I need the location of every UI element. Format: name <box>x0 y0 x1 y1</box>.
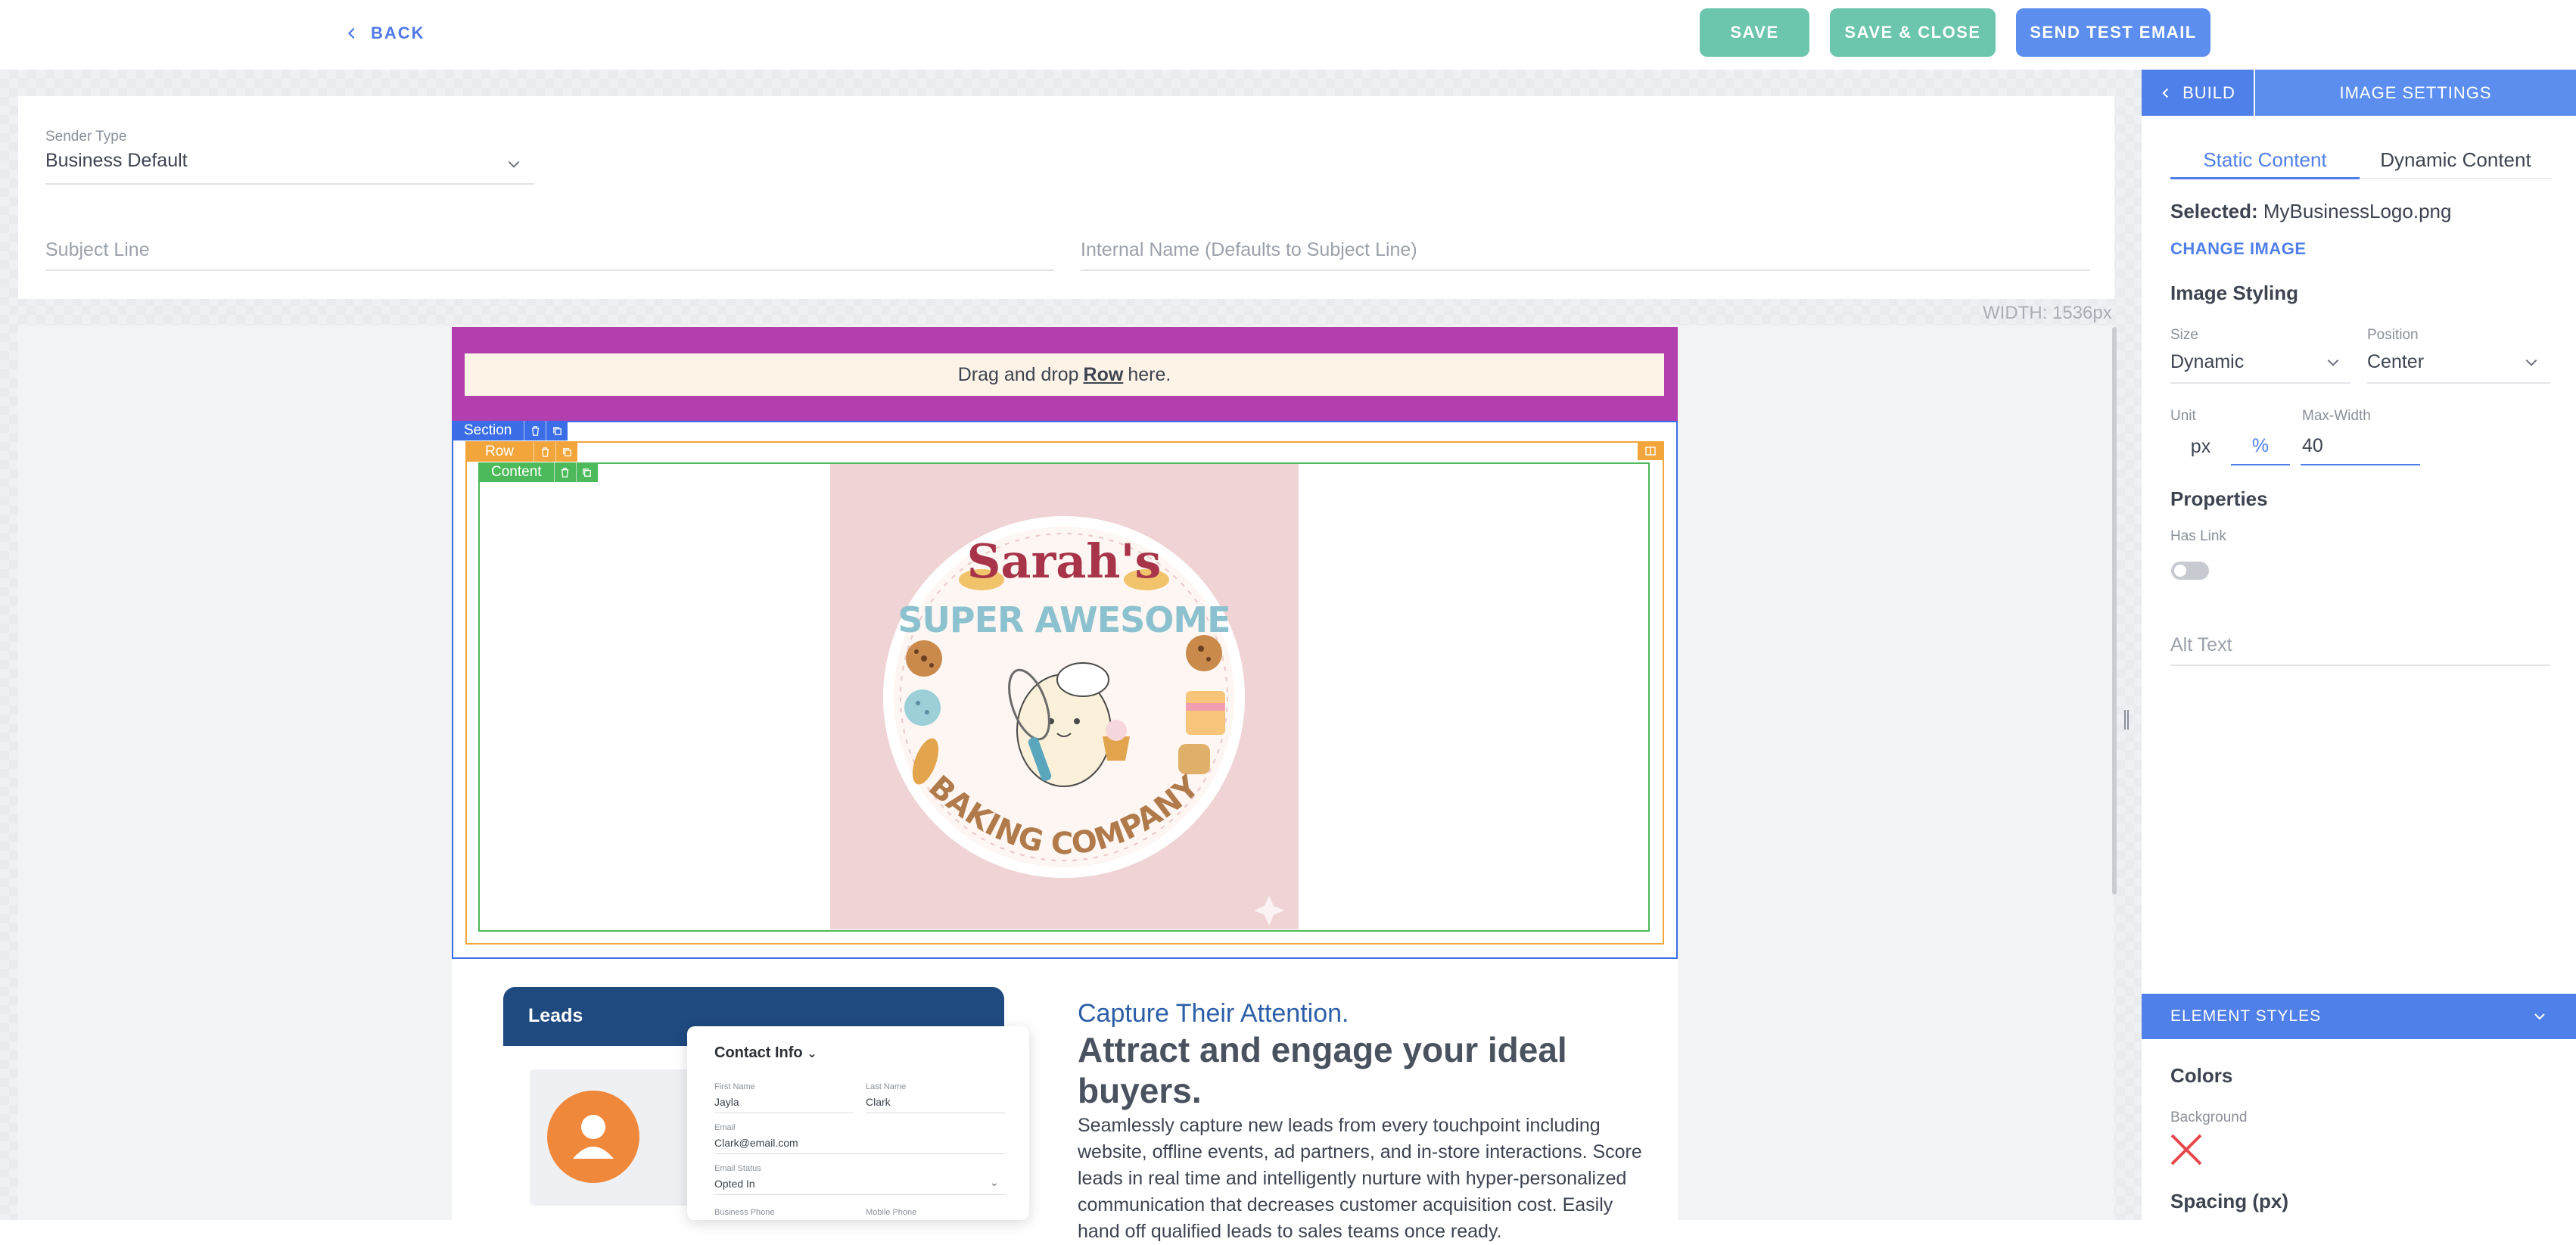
email-value: Clark@email.com <box>714 1137 798 1149</box>
internal-name-placeholder: Internal Name (Defaults to Subject Line) <box>1081 239 1417 260</box>
no-color-icon[interactable] <box>2169 1132 2204 1167</box>
avatar <box>547 1091 639 1183</box>
save-and-close-button[interactable]: SAVE & CLOSE <box>1830 8 1996 57</box>
chef-hat <box>1056 662 1109 697</box>
duplicate-icon[interactable] <box>555 442 577 462</box>
logo-line2: SUPER AWESOME <box>898 599 1230 640</box>
person-icon <box>573 1115 614 1159</box>
attract-headline: Attract and engage your ideal buyers. <box>1078 1030 1567 1110</box>
build-tab[interactable]: BUILD <box>2142 70 2254 116</box>
chevron-down-icon: ⌄ <box>807 1047 817 1060</box>
mobile-phone-label: Mobile Phone <box>866 1208 917 1217</box>
position-label: Position <box>2367 327 2419 343</box>
capture-heading: Capture Their Attention. <box>1078 999 1349 1028</box>
tab-divider <box>2360 178 2552 179</box>
selected-image: Selected: MyBusinessLogo.png <box>2170 200 2452 223</box>
row-tag[interactable]: Row <box>465 442 578 462</box>
sparkle-icon <box>1254 895 1284 926</box>
chevron-down-icon <box>508 160 520 168</box>
size-value: Dynamic <box>2170 351 2245 372</box>
image-settings-tab[interactable]: IMAGE SETTINGS <box>2255 70 2576 116</box>
element-styles-label: ELEMENT STYLES <box>2170 1007 2322 1025</box>
unit-percent-option[interactable]: % <box>2231 428 2290 465</box>
has-link-label: Has Link <box>2170 528 2226 544</box>
chevron-down-icon <box>2327 359 2339 366</box>
drop-text-prefix: Drag and drop <box>957 363 1079 385</box>
chevron-down-icon: ⌄ <box>990 1176 999 1188</box>
email-label: Email <box>714 1123 736 1132</box>
tab-static-content[interactable]: Static Content <box>2170 148 2360 172</box>
chevron-down-icon <box>2534 1013 2545 1020</box>
build-tab-label: BUILD <box>2182 82 2235 102</box>
element-styles-header[interactable]: ELEMENT STYLES <box>2142 994 2576 1039</box>
back-button[interactable]: BACK <box>345 18 425 48</box>
row-layout-icon[interactable] <box>1638 442 1663 460</box>
email-status-label: Email Status <box>714 1164 761 1173</box>
drop-text-row: Row <box>1083 363 1124 385</box>
trash-icon[interactable] <box>534 442 555 462</box>
cookie-icon <box>1186 635 1222 671</box>
size-label: Size <box>2170 327 2198 343</box>
panel-resize-handle[interactable] <box>2123 710 2130 730</box>
has-link-toggle[interactable] <box>2171 562 2209 580</box>
trash-icon[interactable] <box>524 421 546 440</box>
canvas-scrollbar[interactable] <box>2112 327 2117 895</box>
subject-line-input[interactable] <box>45 235 1054 271</box>
selected-file-name: MyBusinessLogo.png <box>2263 200 2452 223</box>
send-test-email-button[interactable]: SEND TEST EMAIL <box>2016 8 2210 57</box>
first-name-label: First Name <box>714 1082 755 1091</box>
cookie-icon <box>904 689 941 726</box>
business-phone-label: Business Phone <box>714 1208 775 1217</box>
row-tag-label: Row <box>485 444 515 459</box>
position-value: Center <box>2367 351 2425 372</box>
drop-text-suffix: here. <box>1128 363 1171 385</box>
active-tab-underline <box>2170 177 2360 179</box>
subject-line-placeholder: Subject Line <box>45 239 150 260</box>
section-tag[interactable]: Section <box>452 421 568 440</box>
contact-info-title: Contact Info ⌄ <box>714 1044 817 1061</box>
tab-dynamic-content[interactable]: Dynamic Content <box>2361 148 2550 172</box>
image-styling-heading: Image Styling <box>2170 282 2299 304</box>
leads-title: Leads <box>528 1005 583 1026</box>
section-tag-label: Section <box>464 422 512 438</box>
first-name-value: Jayla <box>714 1096 739 1108</box>
chevron-left-icon <box>347 27 355 39</box>
cake-icon <box>1186 691 1225 735</box>
email-status-value: Opted In <box>714 1178 755 1190</box>
drop-row-zone[interactable]: Drag and drop Row here. <box>465 353 1664 396</box>
content-tag[interactable]: Content <box>479 462 598 482</box>
colors-heading: Colors <box>2170 1064 2233 1087</box>
last-name-label: Last Name <box>866 1082 907 1091</box>
sender-type-value: Business Default <box>45 150 188 171</box>
canvas-width-label: WIDTH: 1536px <box>1983 303 2112 323</box>
duplicate-icon[interactable] <box>575 462 598 482</box>
spacing-heading: Spacing (px) <box>2170 1190 2289 1212</box>
unit-px-option[interactable]: px <box>2170 428 2231 465</box>
baking-logo-graphic: Sarah's SUPER AWESOME BAKING COMPANY <box>883 516 1284 926</box>
max-width-label: Max-Width <box>2302 408 2371 424</box>
sender-type-label: Sender Type <box>45 129 127 145</box>
max-width-input[interactable] <box>2301 428 2420 465</box>
alt-text-placeholder: Alt Text <box>2170 634 2232 655</box>
save-button[interactable]: SAVE <box>1700 8 1809 57</box>
background-label: Background <box>2170 1110 2248 1125</box>
unit-label: Unit <box>2170 408 2196 424</box>
change-image-link[interactable]: CHANGE IMAGE <box>2170 239 2307 259</box>
trash-icon[interactable] <box>553 462 576 482</box>
chevron-down-icon <box>2525 359 2537 366</box>
content-tag-label: Content <box>491 464 542 480</box>
last-name-value: Clark <box>866 1096 891 1108</box>
logo-image[interactable]: Sarah's SUPER AWESOME BAKING COMPANY <box>830 464 1299 929</box>
properties-heading: Properties <box>2170 487 2268 510</box>
marketing-paragraph: Seamlessly capture new leads from every … <box>1078 1115 1642 1242</box>
chevron-left-icon <box>2162 88 2169 98</box>
duplicate-icon[interactable] <box>546 421 568 440</box>
alt-text-input[interactable] <box>2170 665 2550 666</box>
logo-line1: Sarah's <box>967 534 1162 589</box>
back-label: BACK <box>371 23 425 42</box>
